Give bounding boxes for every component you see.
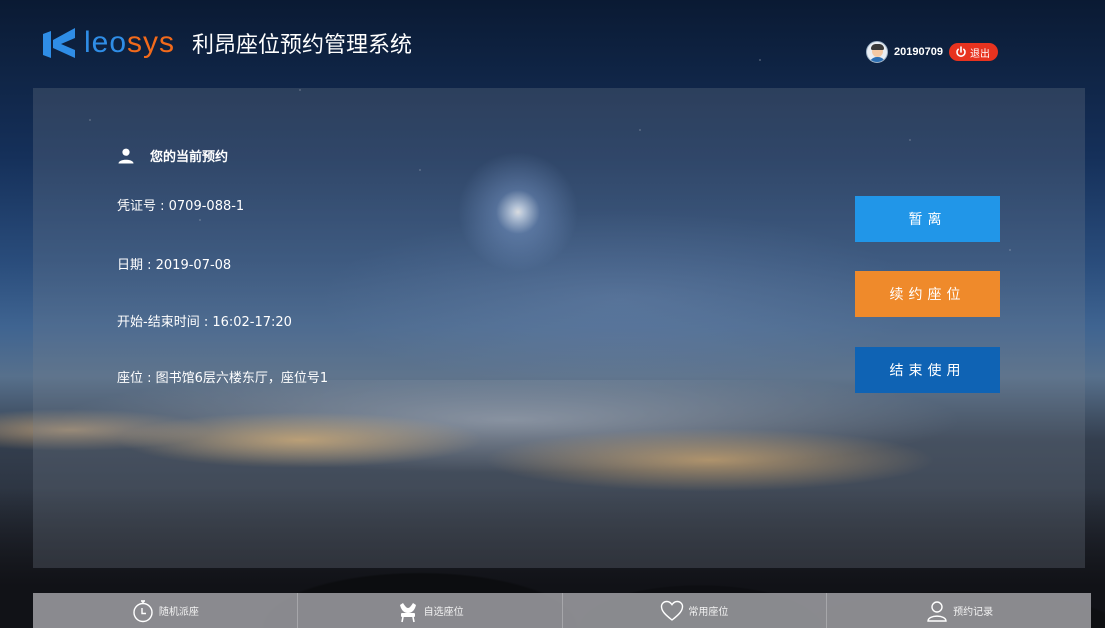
tab-reservation-records-label: 预约记录 — [953, 607, 994, 618]
heart-icon — [661, 600, 684, 621]
logout-label: 退出 — [969, 48, 990, 60]
power-icon — [956, 46, 966, 57]
tab-choose-seat-label: 自选座位 — [423, 607, 464, 618]
user-icon — [927, 600, 947, 622]
user-area: 20190709 退出 — [866, 40, 998, 64]
username: 20190709 — [894, 46, 943, 58]
logo-mark-icon — [43, 28, 75, 58]
chair-icon — [399, 602, 416, 622]
stopwatch-icon — [133, 599, 153, 622]
end-use-button[interactable]: 结束使用 — [855, 347, 1000, 393]
voucher-number: 凭证号 : 0709-088-1 — [117, 199, 245, 214]
person-icon — [118, 148, 134, 163]
tab-random-seat-label: 随机派座 — [158, 607, 199, 618]
reservation-seat: 座位 : 图书馆6层六楼东厅，座位号1 — [117, 371, 329, 386]
reservation-title: 您的当前预约 — [150, 150, 229, 165]
logo-text: leosys — [84, 27, 175, 59]
logout-button[interactable]: 退出 — [948, 43, 998, 61]
away-button[interactable]: 暂离 — [855, 196, 1000, 242]
logo-text-leo: leo — [84, 26, 128, 59]
reservation-date: 日期 : 2019-07-08 — [117, 258, 232, 273]
reservation-time: 开始-结束时间 : 16:02-17:20 — [117, 315, 292, 330]
header: leosys 利昂座位预约管理系统 20190709 退出 — [0, 0, 1105, 88]
tab-favorite-seats-label: 常用座位 — [688, 607, 729, 618]
tab-random-seat[interactable]: 随机派座 — [33, 593, 297, 628]
reservation-heading: 您的当前预约 — [118, 146, 228, 165]
app-title: 利昂座位预约管理系统 — [192, 33, 413, 58]
tab-reservation-records[interactable]: 预约记录 — [826, 593, 1091, 628]
tab-favorite-seats[interactable]: 常用座位 — [561, 593, 827, 628]
bottom-tab-bar: 随机派座 自选座位 常用座位 预约记录 — [33, 593, 1091, 628]
renew-seat-button[interactable]: 续约座位 — [855, 271, 1000, 317]
logo-text-sys: sys — [127, 26, 176, 59]
avatar[interactable] — [866, 41, 888, 63]
tab-choose-seat[interactable]: 自选座位 — [296, 593, 562, 628]
